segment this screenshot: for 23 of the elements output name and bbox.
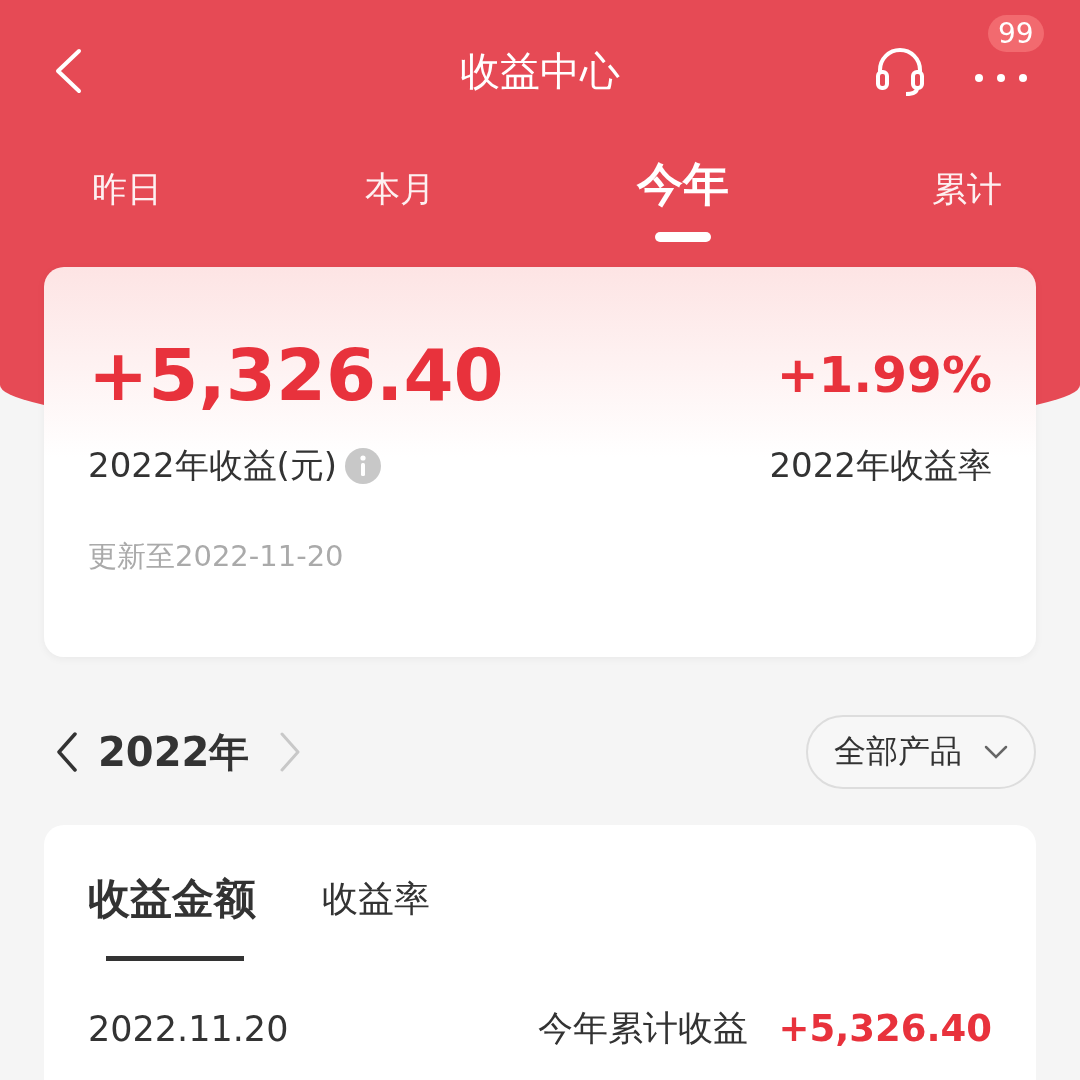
total-value: +5,326.40 [778, 1007, 992, 1050]
total-label: 今年累计收益 [538, 1007, 749, 1050]
date-label: 2022.11.20 [88, 1008, 289, 1049]
update-date: 更新至2022-11-20 [88, 538, 345, 575]
more-icon[interactable] [974, 73, 1028, 83]
caret-icon [984, 745, 1008, 759]
earnings-label: 2022年收益(元) [88, 444, 338, 487]
chart-tab[interactable]: 收益率 [322, 867, 430, 961]
earnings-amount: +5,326.40 [88, 333, 504, 417]
period-tab[interactable]: 累计 [931, 154, 1002, 242]
back-icon[interactable] [54, 48, 82, 94]
period-tab[interactable]: 昨日 [92, 154, 162, 242]
period-tab[interactable]: 今年 [637, 154, 730, 242]
headset-icon[interactable] [874, 46, 926, 96]
earnings-rate: +1.99% [776, 346, 992, 404]
page-title: 收益中心 [460, 46, 620, 96]
year-label: 2022年 [98, 727, 250, 777]
product-filter[interactable]: 全部产品 [806, 715, 1036, 789]
period-tab[interactable]: 本月 [364, 154, 435, 242]
rate-label: 2022年收益率 [769, 444, 992, 487]
notification-badge: 99 [988, 15, 1044, 52]
previous-icon[interactable] [56, 732, 78, 772]
chart-tab[interactable]: 收益金额 [88, 867, 256, 961]
